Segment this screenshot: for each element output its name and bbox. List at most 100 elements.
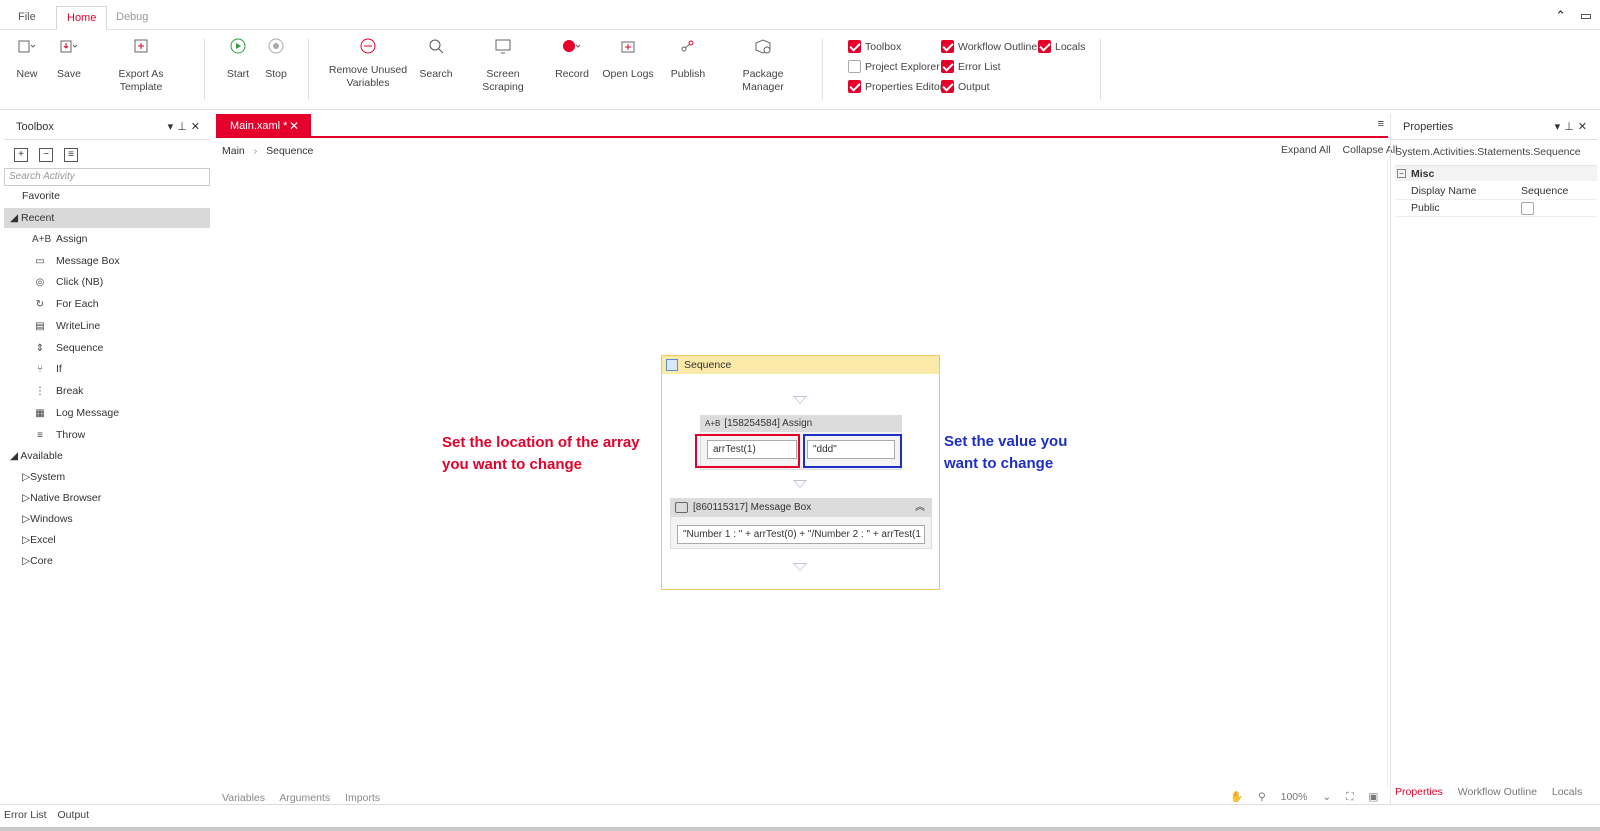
toolbox-header: Toolbox ▾⊥✕ [4,114,210,140]
drop-target-icon[interactable] [793,480,807,488]
tab-main-xaml[interactable]: Main.xaml * ✕ [216,114,311,138]
message-box-activity[interactable]: [860115317] Message Box ︽ "Number 1 : " … [670,498,932,549]
category-excel[interactable]: ▷Excel [22,530,56,550]
zoom-search-icon[interactable]: ⚲ [1258,791,1266,803]
tab-workflow-outline[interactable]: Workflow Outline [1458,786,1537,798]
publish-button[interactable]: Publish [668,38,708,81]
checkbox-checked-icon [848,40,861,53]
checkbox-checked-icon [941,60,954,73]
activity-sequence[interactable]: ⇕ Sequence [32,338,104,358]
expand-all-icon[interactable]: + [14,148,28,162]
output-checkbox[interactable]: Output [941,80,990,96]
menu-debug[interactable]: Debug [106,6,158,30]
activity-message-box[interactable]: ▭ Message Box [32,251,119,271]
hand-pan-icon[interactable]: ✋ [1230,791,1243,803]
menu-file[interactable]: File [8,6,46,30]
designer-actions: Expand All Collapse All [1272,144,1397,156]
close-tab-icon[interactable]: ✕ [289,114,299,138]
tab-locals[interactable]: Locals [1552,786,1582,798]
tab-list-icon[interactable]: ≡ [1378,118,1384,130]
package-manager-button[interactable]: Package Manager [722,38,804,94]
favorite-node[interactable]: Favorite [22,186,60,206]
screen-scraping-button[interactable]: Screen Scraping [466,38,540,94]
message-text-field[interactable]: "Number 1 : " + arrTest(0) + "/Number 2 … [677,525,925,544]
collapse-category-icon[interactable]: − [1397,169,1406,178]
ribbon: New Save Export As Template Start Stop R… [0,30,1600,110]
tab-output[interactable]: Output [58,809,90,821]
search-button[interactable]: Search [418,38,454,81]
error-list-checkbox[interactable]: Error List [941,60,1001,76]
remove-unused-variables-button[interactable]: Remove Unused Variables [328,38,408,90]
sequence-activity[interactable]: Sequence A+B [158254584] Assign arrTest(1… [661,355,940,590]
checkbox-checked-icon [1038,40,1051,53]
dropdown-icon[interactable]: ▾ [1555,121,1565,133]
list-view-icon[interactable]: ≡ [64,148,78,162]
throw-icon: ≡ [37,430,43,441]
new-button[interactable]: New [12,38,42,81]
pin-icon[interactable]: ⊥ [177,121,191,133]
zoom-dropdown-icon[interactable]: ⌄ [1322,791,1331,803]
tab-error-list[interactable]: Error List [4,809,47,821]
document-tab-bar: Main.xaml * ✕ ≡ [216,114,1388,138]
activity-writeline[interactable]: ▤ WriteLine [32,316,100,336]
zoom-level[interactable]: 100% [1281,791,1308,803]
variables-tab[interactable]: Variables [222,792,265,804]
record-button[interactable]: Record [554,38,590,81]
open-logs-button[interactable]: Open Logs [602,38,654,81]
fit-screen-icon[interactable]: ⛶ [1346,791,1353,803]
activity-throw[interactable]: ≡ Throw [32,425,85,445]
collapse-all-icon[interactable]: − [39,148,53,162]
workflow-outline-checkbox[interactable]: Workflow Outline [941,40,1037,56]
drop-target-icon[interactable] [793,396,807,404]
window-bottom-border [0,827,1600,831]
public-checkbox[interactable] [1521,200,1538,218]
display-name-value[interactable]: Sequence [1521,183,1568,200]
export-template-button[interactable]: Export As Template [96,38,186,94]
sequence-header[interactable]: Sequence [662,356,939,374]
activity-log-message[interactable]: ▦ Log Message [32,403,119,423]
arguments-tab[interactable]: Arguments [279,792,330,804]
recent-node[interactable]: ◢ Recent [10,208,54,228]
assign-icon: A+B [705,419,721,428]
overview-icon[interactable]: ▣ [1368,791,1378,803]
sequence-icon [666,359,678,371]
close-icon[interactable]: ✕ [1578,121,1591,133]
search-activity-input[interactable]: Search Activity [4,168,210,186]
menu-home[interactable]: Home [56,6,108,30]
breadcrumb-main[interactable]: Main [222,145,245,157]
available-node[interactable]: ◢ Available [10,446,63,466]
category-system[interactable]: ▷System [22,467,65,487]
panel-controls: ▾⊥✕ [168,114,204,140]
category-core[interactable]: ▷Core [22,551,53,571]
category-native-browser[interactable]: ▷Native Browser [22,488,101,508]
activity-assign[interactable]: A+B Assign [32,229,88,249]
annotation-array-location: Set the location of the array you want t… [442,434,640,473]
close-icon[interactable]: ✕ [191,121,204,133]
locals-checkbox[interactable]: Locals [1038,40,1085,56]
start-button[interactable]: Start [224,38,252,81]
imports-tab[interactable]: Imports [345,792,380,804]
activity-click[interactable]: ◎ Click (NB) [32,272,104,292]
toolbox-checkbox[interactable]: Toolbox [848,40,901,56]
property-public: Public [1395,200,1597,217]
pin-icon[interactable]: ⊥ [1564,121,1578,133]
activity-break[interactable]: ⋮ Break [32,381,83,401]
activity-for-each[interactable]: ↻ For Each [32,294,99,314]
breadcrumb-sequence[interactable]: Sequence [266,145,313,157]
tab-properties[interactable]: Properties [1395,786,1443,798]
expand-all-link[interactable]: Expand All [1281,144,1331,156]
property-display-name: Display Name Sequence [1395,183,1597,200]
category-windows[interactable]: ▷Windows [22,509,73,529]
panel-toggle-icon[interactable]: ▭ [1580,8,1592,23]
save-button[interactable]: Save [54,38,84,81]
dropdown-icon[interactable]: ▾ [168,121,178,133]
project-explorer-checkbox[interactable]: Project Explorer [848,60,940,76]
collapse-chevron-icon[interactable]: ︽ [915,499,925,517]
properties-editor-checkbox[interactable]: Properties Editor [848,80,943,96]
activity-if[interactable]: ⑂ If [32,359,62,379]
stop-button[interactable]: Stop [262,38,290,81]
collapse-ribbon-icon[interactable]: ⌃ [1555,8,1566,23]
expanded-triangle-icon: ◢ [10,212,21,224]
property-category-misc[interactable]: − Misc [1395,165,1597,181]
drop-target-icon[interactable] [793,563,807,571]
